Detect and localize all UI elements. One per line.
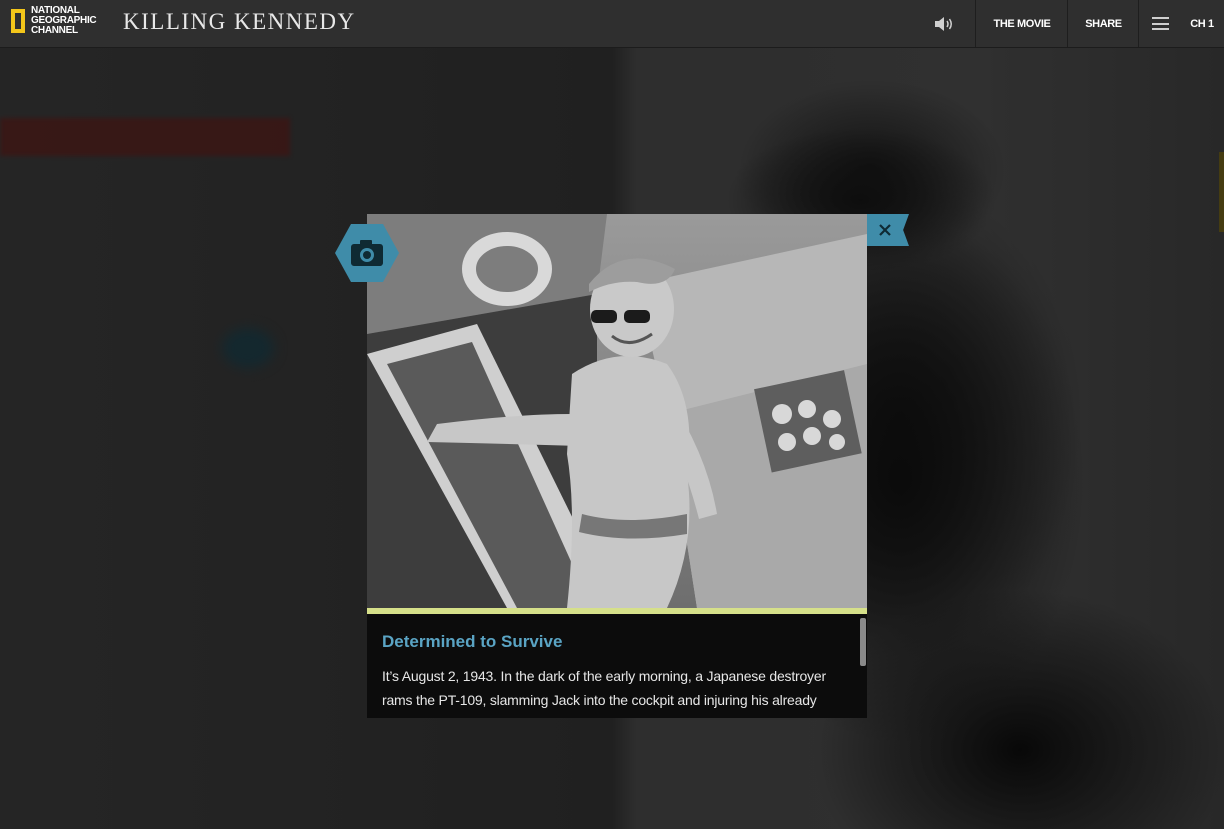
show-title[interactable]: KILLING KENNEDY — [123, 9, 356, 35]
yellow-frame-icon — [11, 9, 25, 33]
photo-modal: Determined to Survive It’s August 2, 194… — [367, 214, 867, 718]
caption-heading: Determined to Survive — [382, 632, 563, 651]
caption-panel[interactable]: Determined to Survive It’s August 2, 194… — [367, 614, 867, 718]
camera-icon — [335, 224, 399, 282]
close-button[interactable] — [867, 214, 909, 246]
logo-line-3: CHANNEL — [31, 25, 78, 36]
share-button[interactable]: SHARE — [1067, 0, 1139, 47]
sound-toggle-button[interactable] — [914, 0, 974, 47]
nat-geo-logo[interactable]: NATIONAL GEOGRAPHIC CHANNEL — [11, 6, 97, 36]
jfk-boat-photo — [367, 214, 867, 608]
hamburger-icon — [1151, 17, 1169, 30]
menu-button[interactable] — [1138, 0, 1181, 47]
caption-body: It’s August 2, 1943. In the dark of the … — [382, 668, 826, 718]
speaker-icon — [935, 16, 952, 31]
top-nav-bar: NATIONAL GEOGRAPHIC CHANNEL KILLING KENN… — [0, 0, 1224, 48]
logo-text: NATIONAL GEOGRAPHIC CHANNEL — [31, 6, 97, 36]
close-icon — [879, 224, 891, 236]
camera-badge — [335, 224, 399, 282]
caption-scrollbar[interactable] — [860, 618, 866, 666]
photo-image — [367, 214, 867, 608]
chapter-indicator[interactable]: CH 1 — [1180, 0, 1224, 47]
the-movie-link[interactable]: THE MOVIE — [975, 0, 1068, 47]
